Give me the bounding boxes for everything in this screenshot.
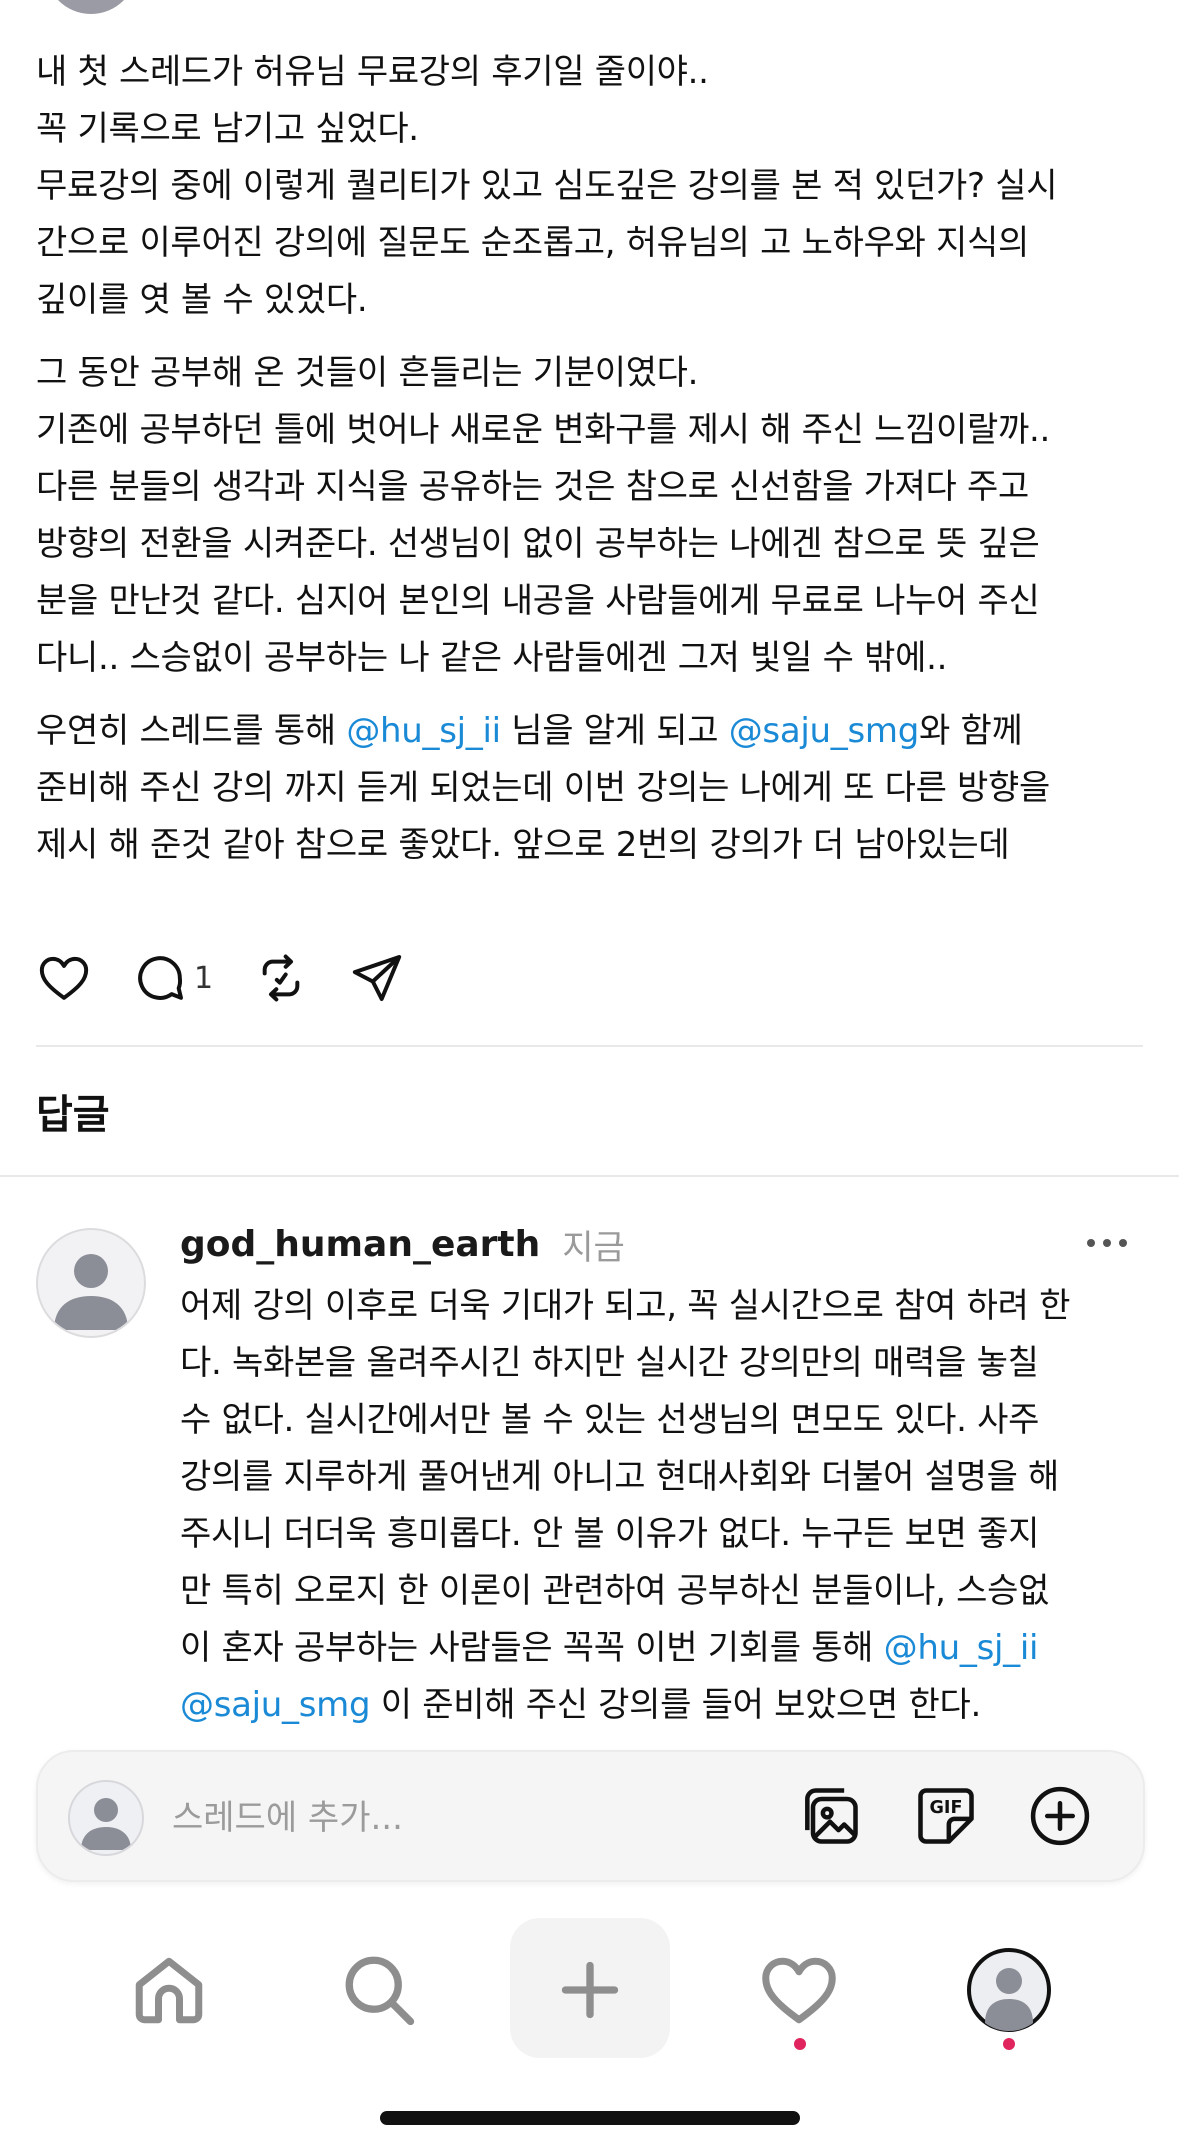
post-line: 우연히 스레드를 통해 @hu_sj_ii 님을 알게 되고 @saju_smg… bbox=[36, 703, 1146, 760]
post-line: 다니.. 스승없이 공부하는 나 같은 사람들에겐 그저 빛일 수 밖에.. bbox=[36, 638, 948, 678]
post-actions: 1 bbox=[36, 950, 636, 1006]
post-line: 제시 해 준것 같아 참으로 좋았다. 앞으로 2번의 강의가 더 남아있는데 bbox=[36, 825, 1010, 865]
tab-create[interactable] bbox=[525, 1920, 655, 2060]
reply-username[interactable]: god_human_earth bbox=[180, 1224, 540, 1265]
reply-line: 다. 녹화본을 올려주시긴 하지만 실시간 강의만의 매력을 놓칠 bbox=[180, 1343, 1039, 1383]
svg-text:GIF: GIF bbox=[930, 1798, 963, 1818]
post-line: 간으로 이루어진 강의에 질문도 순조롭고, 허유님의 고 노하우와 지식의 bbox=[36, 223, 1029, 263]
post-line: 깊이를 엿 볼 수 있었다. bbox=[36, 280, 368, 320]
send-icon bbox=[352, 955, 402, 1001]
reply-text: 이 준비해 주신 강의를 들어 보았으면 한다. bbox=[370, 1685, 982, 1725]
post-line: 방향의 전환을 시켜준다. 선생님이 없이 공부하는 나에겐 참으로 뜻 깊은 bbox=[36, 524, 1040, 564]
post-body: 내 첫 스레드가 허유님 무료강의 후기일 줄이야.. 꼭 기록으로 남기고 싶… bbox=[36, 44, 1146, 874]
reply-header: god_human_earth 지금 bbox=[180, 1218, 625, 1270]
repost-button[interactable] bbox=[253, 950, 309, 1006]
tab-search[interactable] bbox=[314, 1920, 444, 2060]
reply-line: 어제 강의 이후로 더욱 기대가 되고, 꼭 실시간으로 참여 하려 한 bbox=[180, 1286, 1071, 1326]
gallery-icon[interactable] bbox=[796, 1782, 864, 1850]
mention-link[interactable]: @hu_sj_ii bbox=[346, 711, 501, 751]
post-line: 기존에 공부하던 틀에 벗어나 새로운 변화구를 제시 해 주신 느낌이랄까.. bbox=[36, 410, 1051, 450]
like-button[interactable] bbox=[36, 950, 92, 1006]
search-icon bbox=[345, 1956, 415, 2026]
notification-dot bbox=[794, 2038, 806, 2050]
post-line: 내 첫 스레드가 허유님 무료강의 후기일 줄이야.. bbox=[36, 52, 709, 92]
post-line: 다른 분들의 생각과 지식을 공유하는 것은 참으로 신선함을 가져다 주고 bbox=[36, 467, 1029, 507]
home-indicator[interactable] bbox=[380, 2111, 800, 2125]
reply-line: 주시니 더더욱 흥미롭다. 안 볼 이유가 없다. 누구든 보면 좋지 bbox=[180, 1514, 1040, 1554]
more-options-icon[interactable] bbox=[1082, 1228, 1132, 1258]
post-line: 준비해 주신 강의 까지 듣게 되었는데 이번 강의는 나에게 또 다른 방향을 bbox=[36, 768, 1051, 808]
reply-composer[interactable]: 스레드에 추가... GIF bbox=[36, 1750, 1145, 1882]
reply-body: 어제 강의 이후로 더욱 기대가 되고, 꼭 실시간으로 참여 하려 한 다. … bbox=[180, 1278, 1150, 1734]
post-text: 님을 알게 되고 bbox=[500, 711, 729, 751]
gif-icon[interactable]: GIF bbox=[912, 1782, 980, 1850]
add-circle-icon[interactable] bbox=[1026, 1782, 1094, 1850]
reply-text: 이 혼자 공부하는 사람들은 꼭꼭 이번 기회를 통해 bbox=[180, 1628, 884, 1668]
post-line: 무료강의 중에 이렇게 퀄리티가 있고 심도깊은 강의를 본 적 있던가? 실시 bbox=[36, 166, 1058, 206]
repost-icon bbox=[262, 954, 300, 1002]
composer-input[interactable]: 스레드에 추가... bbox=[172, 1790, 403, 1839]
share-button[interactable] bbox=[349, 950, 405, 1006]
mention-link[interactable]: @saju_smg bbox=[180, 1685, 371, 1725]
comment-count: 1 bbox=[194, 960, 214, 996]
avatar[interactable] bbox=[36, 1228, 146, 1338]
profile-icon bbox=[967, 1948, 1051, 2032]
activity-icon bbox=[762, 1957, 836, 2024]
reply-timestamp: 지금 bbox=[562, 1227, 625, 1268]
default-avatar-icon bbox=[54, 1254, 128, 1330]
post-line: 그 동안 공부해 온 것들이 흔들리는 기분이였다. bbox=[36, 353, 699, 393]
bottom-tab-bar bbox=[0, 1910, 1179, 2090]
post-text: 와 함께 bbox=[918, 711, 1023, 751]
divider bbox=[0, 1175, 1179, 1177]
reply-line: 이 혼자 공부하는 사람들은 꼭꼭 이번 기회를 통해 @hu_sj_ii bbox=[180, 1620, 1150, 1677]
heart-icon bbox=[39, 956, 89, 1000]
comment-icon bbox=[138, 956, 183, 1000]
divider bbox=[36, 1045, 1143, 1047]
create-icon bbox=[561, 1961, 619, 2019]
comment-button[interactable]: 1 bbox=[132, 950, 213, 1006]
reply-line: 만 특히 오로지 한 이론이 관련하여 공부하신 분들이나, 스승없 bbox=[180, 1571, 1050, 1611]
tab-home[interactable] bbox=[104, 1920, 234, 2060]
notification-dot bbox=[1003, 2038, 1015, 2050]
mention-link[interactable]: @hu_sj_ii bbox=[884, 1628, 1039, 1668]
post-text: 우연히 스레드를 통해 bbox=[36, 711, 347, 751]
mention-link[interactable]: @saju_smg bbox=[729, 711, 920, 751]
reply-line: @saju_smg 이 준비해 주신 강의를 들어 보았으면 한다. bbox=[180, 1677, 1150, 1734]
reply-line: 강의를 지루하게 풀어낸게 아니고 현대사회와 더불어 설명을 해 bbox=[180, 1457, 1060, 1497]
post-author-avatar[interactable] bbox=[45, 0, 137, 14]
reply-line: 수 없다. 실시간에서만 볼 수 있는 선생님의 면모도 있다. 사주 bbox=[180, 1400, 1040, 1440]
default-avatar-icon bbox=[81, 1798, 131, 1850]
avatar bbox=[68, 1780, 144, 1856]
replies-heading: 답글 bbox=[36, 1092, 110, 1138]
post-line: 꼭 기록으로 남기고 싶었다. bbox=[36, 109, 419, 149]
post-line: 분을 만난것 같다. 심지어 본인의 내공을 사람들에게 무료로 나누어 주신 bbox=[36, 581, 1040, 621]
home-icon bbox=[135, 1957, 203, 2024]
